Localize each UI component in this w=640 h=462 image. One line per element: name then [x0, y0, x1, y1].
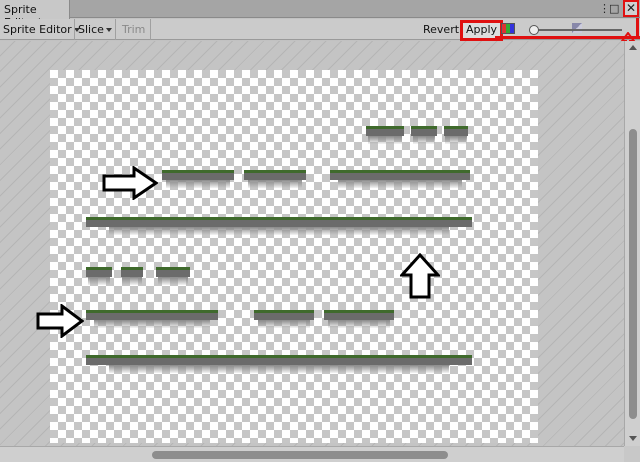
sprite-platform-small[interactable]	[86, 267, 112, 285]
mip-slider-track[interactable]	[586, 29, 622, 31]
sprite-editor-window: Sprite Editor* ⋮ □ ✕ Sprite Editor Slice…	[0, 0, 640, 462]
vertical-scrollbar[interactable]	[624, 41, 640, 446]
mode-dropdown[interactable]: Sprite Editor	[3, 21, 80, 38]
mode-dropdown-label: Sprite Editor	[3, 23, 72, 36]
toolbar-divider	[74, 19, 75, 40]
sprite-platform-small[interactable]	[121, 267, 143, 285]
arrow-right-callout-icon	[102, 166, 158, 200]
vertical-scroll-thumb[interactable]	[629, 129, 637, 419]
tab-sprite-editor[interactable]: Sprite Editor*	[0, 0, 70, 29]
sprite-platform-medium[interactable]	[324, 310, 394, 332]
sprite-platform-medium[interactable]	[244, 170, 306, 192]
sprite-platform-long[interactable]	[86, 355, 472, 381]
scrollbar-corner	[624, 446, 640, 462]
trim-button[interactable]: Trim	[122, 21, 145, 38]
revert-button[interactable]: Revert	[423, 21, 459, 38]
sprite-platform-small[interactable]	[366, 126, 404, 146]
sprite-texture-preview[interactable]	[50, 70, 538, 443]
color-channel-icon[interactable]	[501, 23, 515, 34]
scroll-down-icon[interactable]	[629, 436, 637, 441]
sprite-platform-medium[interactable]	[254, 310, 314, 332]
mipmap-icon	[572, 23, 582, 33]
sprite-platform-small[interactable]	[444, 126, 468, 146]
chevron-down-icon	[105, 28, 112, 32]
arrow-right-callout-icon	[36, 304, 84, 338]
arrow-up-callout-icon	[400, 253, 440, 299]
tab-bar: Sprite Editor* ⋮ □ ✕	[0, 0, 640, 29]
maximize-icon[interactable]: □	[609, 2, 619, 16]
sprite-platform-large[interactable]	[330, 170, 470, 192]
sprite-platform-long[interactable]	[86, 217, 472, 243]
sprite-platform-medium[interactable]	[162, 170, 234, 192]
slice-dropdown[interactable]: Slice	[78, 21, 112, 38]
zoom-slider-handle[interactable]	[529, 25, 539, 35]
toolbar-divider	[150, 19, 151, 40]
close-icon: ✕	[625, 1, 637, 15]
sprite-platform-small[interactable]	[156, 267, 190, 285]
horizontal-scroll-thumb[interactable]	[152, 451, 448, 459]
sprite-platform-large[interactable]	[86, 310, 218, 332]
toolbar-divider	[115, 19, 116, 40]
horizontal-scrollbar[interactable]	[0, 446, 624, 462]
scroll-up-icon[interactable]	[629, 45, 637, 50]
close-button[interactable]: ✕	[623, 0, 639, 17]
sprite-platform-small[interactable]	[411, 126, 437, 146]
slice-dropdown-label: Slice	[78, 23, 104, 36]
